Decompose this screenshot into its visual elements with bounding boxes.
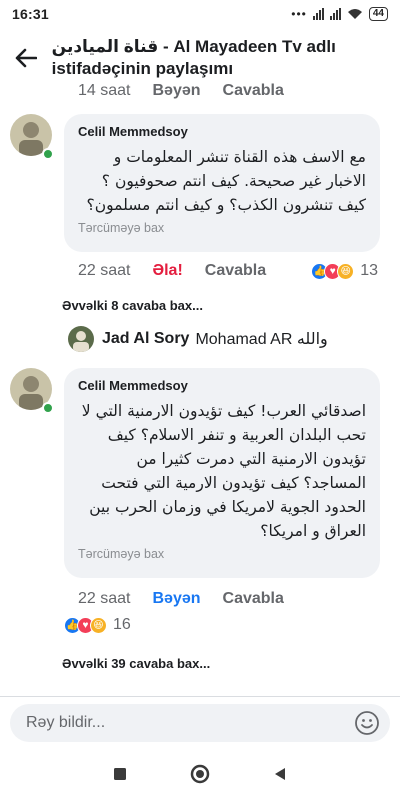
comment-author[interactable]: Celil Memmedsoy xyxy=(78,378,366,393)
reply-button[interactable]: Cavabla xyxy=(223,82,284,100)
wifi-icon xyxy=(347,9,362,19)
reaction-count: 13 xyxy=(360,262,378,279)
avatar xyxy=(68,326,94,352)
comment-actions: 22 saat Bəyən Cavabla xyxy=(78,586,284,612)
haha-reaction-icon: 😆 xyxy=(337,262,355,280)
status-icons: ••• 44 xyxy=(291,7,388,21)
comment-time: 14 saat xyxy=(78,82,131,99)
status-bar: 16:31 ••• 44 xyxy=(0,0,400,28)
comment-time: 22 saat xyxy=(78,262,131,279)
reply-button[interactable]: Cavabla xyxy=(205,262,266,280)
reaction-summary[interactable]: 👍 ♥ 😆 13 xyxy=(311,262,378,280)
emoji-icon[interactable] xyxy=(354,710,380,736)
signal-icon xyxy=(312,8,324,20)
system-back-button[interactable] xyxy=(260,754,300,794)
status-time: 16:31 xyxy=(12,6,49,22)
comment-text: اصدقائي العرب! كيف تؤيدون الارمنية التي … xyxy=(81,402,366,540)
view-previous-replies-link[interactable]: Əvvəlki 39 cavaba bax... xyxy=(62,656,210,671)
back-button[interactable] xyxy=(10,42,42,74)
see-translation-link[interactable]: Tərcüməyə bax xyxy=(78,221,366,235)
comment-author[interactable]: Celil Memmedsoy xyxy=(78,124,366,139)
comment-input[interactable] xyxy=(26,713,354,732)
comment-time: 22 saat xyxy=(78,590,131,607)
nav-back-icon xyxy=(275,768,285,780)
home-button[interactable] xyxy=(180,754,220,794)
nav-square-icon xyxy=(114,768,126,780)
comment-bubble[interactable]: Celil Memmedsoy اصدقائي العرب! كيف تؤيدو… xyxy=(64,368,380,578)
parent-comment-actions: 14 saat Bəyən Cavabla xyxy=(78,78,284,104)
see-translation-link[interactable]: Tərcüməyə bax xyxy=(78,547,366,561)
recent-apps-button[interactable] xyxy=(100,754,140,794)
online-status-dot xyxy=(42,148,54,160)
system-nav-bar xyxy=(0,748,400,800)
reply-preview[interactable]: Jad Al Sory Mohamad AR والله xyxy=(68,326,328,352)
comment-bubble[interactable]: Celil Memmedsoy مع الاسف هذه القناة تنشر… xyxy=(64,114,380,252)
like-button[interactable]: Bəyən xyxy=(152,590,200,608)
reply-author[interactable]: Jad Al Sory xyxy=(102,330,189,348)
comment-text: مع الاسف هذه القناة تنشر المعلومات و الا… xyxy=(86,148,366,214)
view-previous-replies-link[interactable]: Əvvəlki 8 cavaba bax... xyxy=(62,298,203,313)
more-dots-icon: ••• xyxy=(291,7,307,21)
online-status-dot xyxy=(42,402,54,414)
back-arrow-icon xyxy=(15,48,37,68)
signal-icon-2 xyxy=(329,8,341,20)
reply-text: Mohamad AR والله xyxy=(195,331,328,348)
comment-field[interactable] xyxy=(10,703,390,742)
like-button[interactable]: Bəyən xyxy=(152,82,200,100)
reaction-button[interactable]: Əla! xyxy=(152,262,182,280)
nav-circle-icon xyxy=(190,764,210,784)
reaction-count: 16 xyxy=(113,616,131,633)
reply-button[interactable]: Cavabla xyxy=(223,590,284,608)
comment-actions: 22 saat Əla! Cavabla 👍 ♥ 😆 13 xyxy=(78,258,378,284)
page-title: قناة الميادين - Al Mayadeen Tv adlı isti… xyxy=(51,37,336,78)
page-header: قناة الميادين - Al Mayadeen Tv adlı isti… xyxy=(0,28,400,84)
reaction-summary[interactable]: 👍 ♥ 😆 16 xyxy=(64,616,131,634)
haha-reaction-icon: 😆 xyxy=(90,616,107,634)
comments-scroll-area[interactable]: 14 saat Bəyən Cavabla Celil Memmedsoy مع… xyxy=(0,78,400,696)
battery-icon: 44 xyxy=(368,7,388,21)
comment-composer xyxy=(0,696,400,748)
